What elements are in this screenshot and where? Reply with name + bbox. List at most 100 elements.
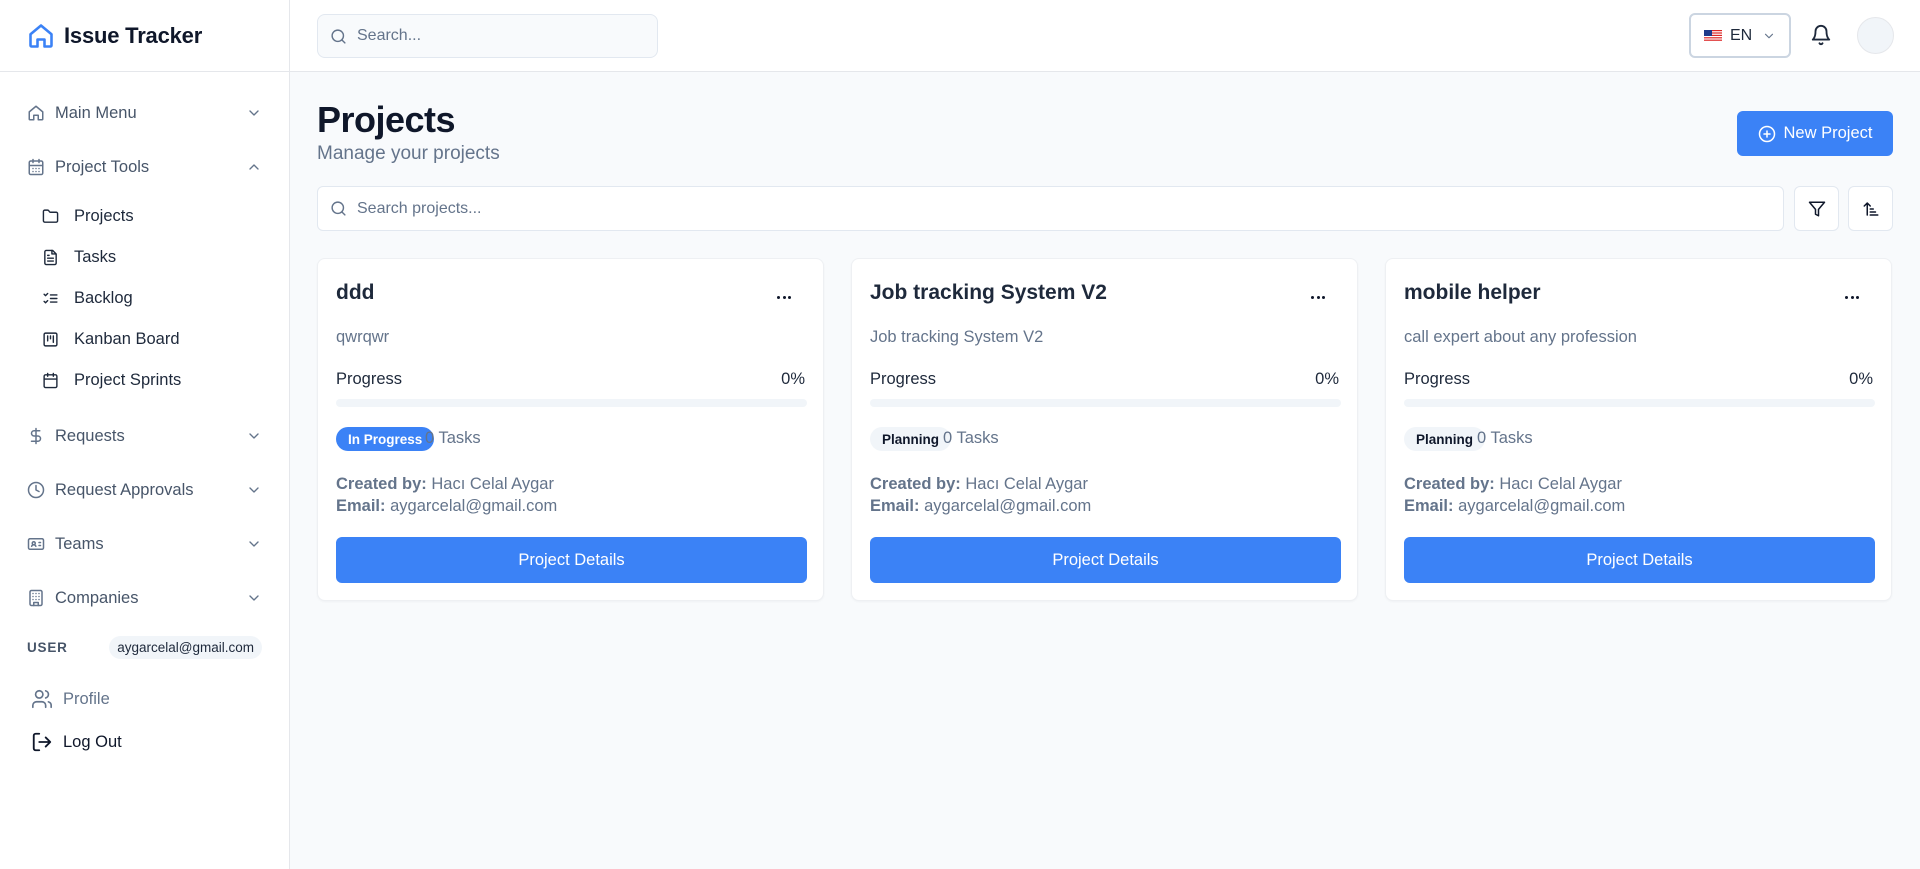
project-description: Job tracking System V2 <box>870 328 1044 346</box>
creator-email: Email: aygarcelal@gmail.com <box>870 497 1091 516</box>
created-by-value: Hacı Celal Aygar <box>965 475 1088 493</box>
project-card: mobile helper call expert about any prof… <box>1385 258 1892 601</box>
logout-label: Log Out <box>63 732 122 751</box>
project-details-button[interactable]: Project Details <box>870 537 1341 583</box>
progress-bar <box>336 399 807 407</box>
chevron-down-icon <box>249 595 259 601</box>
sidebar-group-label: Request Approvals <box>55 480 194 499</box>
project-name: ddd <box>336 281 375 304</box>
sidebar-group-label: Teams <box>55 534 104 553</box>
sidebar-item-project-sprints[interactable]: Project Sprints <box>0 360 289 401</box>
sidebar-group-label: Requests <box>55 426 125 445</box>
project-details-button[interactable]: Project Details <box>336 537 807 583</box>
list-check-icon <box>43 292 58 304</box>
language-select[interactable]: EN <box>1689 13 1791 58</box>
chevron-down-icon <box>249 487 259 493</box>
sidebar-group-project-tools[interactable]: Project Tools <box>0 140 289 194</box>
sidebar-group-request-approvals[interactable]: Request Approvals <box>0 463 289 517</box>
sidebar-item-label: Kanban Board <box>74 330 180 348</box>
more-options-icon[interactable] <box>1845 289 1865 300</box>
status-badge: In Progress <box>336 427 435 451</box>
more-options-icon[interactable] <box>1311 289 1331 300</box>
chevron-down-icon <box>1765 33 1774 38</box>
project-name: Job tracking System V2 <box>870 281 1107 304</box>
more-options-icon[interactable] <box>777 289 797 300</box>
users-icon <box>32 689 52 709</box>
bell-icon[interactable] <box>1810 24 1832 46</box>
creator-email: Email: aygarcelal@gmail.com <box>336 497 557 516</box>
project-name: mobile helper <box>1404 281 1541 304</box>
sidebar-item-projects[interactable]: Projects <box>0 196 289 237</box>
profile-label: Profile <box>63 689 110 708</box>
logout-icon <box>32 732 52 752</box>
created-by-label: Created by: <box>336 475 427 493</box>
sidebar-group-companies[interactable]: Companies <box>0 571 289 625</box>
task-count: 0 Tasks <box>1477 429 1533 447</box>
email-label: Email: <box>336 497 386 515</box>
progress-value: 0% <box>1849 370 1873 388</box>
progress-label: Progress <box>336 370 403 388</box>
sidebar-item-label: Projects <box>74 207 134 225</box>
id-card-icon <box>27 538 45 550</box>
sidebar-group-main-menu[interactable]: Main Menu <box>0 86 289 140</box>
sidebar-group-requests[interactable]: Requests <box>0 409 289 463</box>
filter-icon <box>1808 201 1825 216</box>
progress-label: Progress <box>870 370 937 388</box>
clock-icon <box>27 481 45 499</box>
sidebar-item-backlog[interactable]: Backlog <box>0 278 289 319</box>
project-card: ddd qwrqwr Progress 0% In Progress 0 Tas… <box>317 258 824 601</box>
page-title: Projects <box>317 99 456 140</box>
sort-button[interactable] <box>1848 186 1893 231</box>
created-by: Created by: Hacı Celal Aygar <box>1404 475 1622 494</box>
page-subtitle: Manage your projects <box>317 143 500 164</box>
filter-button[interactable] <box>1794 186 1839 231</box>
language-label: EN <box>1730 26 1753 44</box>
home-icon <box>29 23 53 48</box>
project-search[interactable] <box>317 186 1784 231</box>
progress-value: 0% <box>1315 370 1339 388</box>
creator-email: Email: aygarcelal@gmail.com <box>1404 497 1625 516</box>
project-details-button[interactable]: Project Details <box>1404 537 1875 583</box>
email-value: aygarcelal@gmail.com <box>924 497 1092 515</box>
sidebar-group-teams[interactable]: Teams <box>0 517 289 571</box>
global-search[interactable] <box>317 14 658 58</box>
folder-icon <box>42 209 59 223</box>
created-by-label: Created by: <box>1404 475 1495 493</box>
email-value: aygarcelal@gmail.com <box>390 497 558 515</box>
project-search-input[interactable] <box>357 199 1757 218</box>
sort-ascending-icon <box>1863 201 1878 216</box>
project-description: qwrqwr <box>336 328 390 346</box>
sidebar-item-label: Backlog <box>74 289 133 307</box>
progress-bar <box>1404 399 1875 407</box>
topbar: EN <box>290 0 1920 72</box>
sidebar-item-tasks[interactable]: Tasks <box>0 237 289 278</box>
progress-label: Progress <box>1404 370 1471 388</box>
task-count: 0 Tasks <box>943 429 999 447</box>
brand[interactable]: Issue Tracker <box>0 0 289 72</box>
user-label: USER <box>27 640 68 655</box>
new-project-label: New Project <box>1783 124 1873 142</box>
email-label: Email: <box>1404 497 1454 515</box>
chevron-up-icon <box>249 164 259 170</box>
global-search-input[interactable] <box>357 27 647 45</box>
avatar[interactable] <box>1857 17 1894 54</box>
search-icon <box>331 201 346 216</box>
status-badge: Planning <box>1404 427 1485 451</box>
logout-link[interactable]: Log Out <box>31 731 122 753</box>
app-title: Issue Tracker <box>64 22 203 48</box>
file-icon <box>44 249 57 266</box>
sidebar-item-label: Project Sprints <box>74 371 182 389</box>
progress-bar <box>870 399 1341 407</box>
sidebar-item-label: Tasks <box>74 248 117 266</box>
created-by: Created by: Hacı Celal Aygar <box>870 475 1088 494</box>
sidebar-group-label: Companies <box>55 588 139 607</box>
new-project-button[interactable]: New Project <box>1737 111 1893 156</box>
chevron-down-icon <box>249 541 259 547</box>
plus-circle-icon <box>1758 125 1775 142</box>
profile-link[interactable]: Profile <box>31 688 110 710</box>
project-card: Job tracking System V2 Job tracking Syst… <box>851 258 1358 601</box>
dollar-icon <box>30 427 42 445</box>
sidebar-item-kanban-board[interactable]: Kanban Board <box>0 319 289 360</box>
sidebar-group-label: Project Tools <box>55 157 150 176</box>
building-icon <box>29 589 43 607</box>
